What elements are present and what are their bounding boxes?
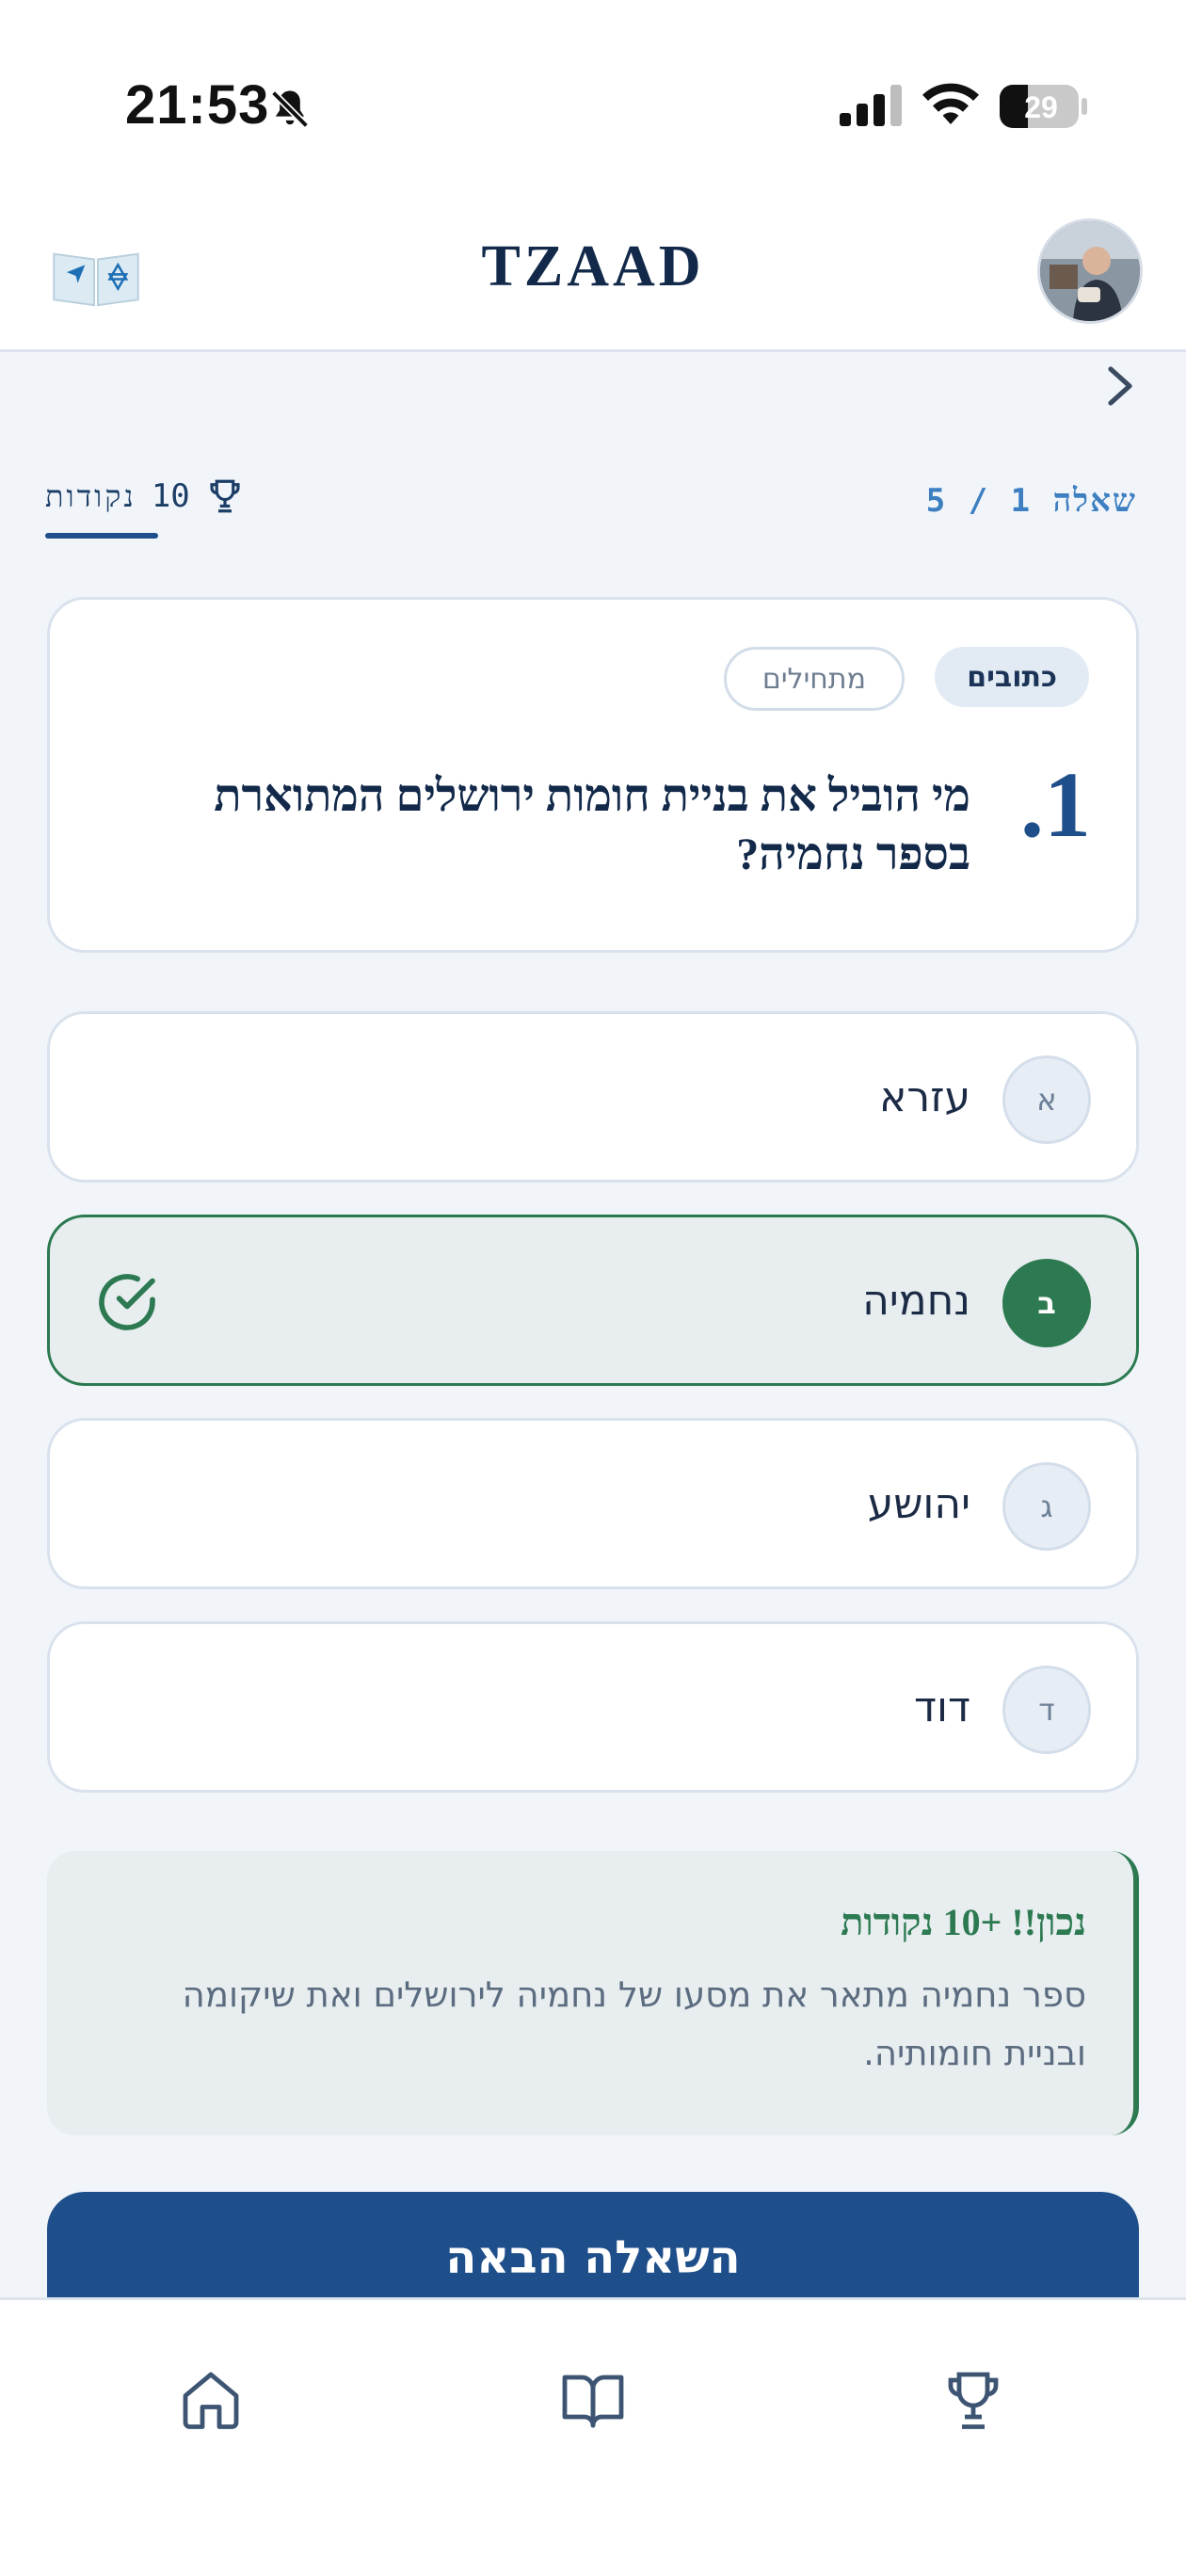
option-text: נחמיה [862, 1276, 970, 1325]
check-circle-icon [99, 1274, 155, 1330]
answer-option[interactable]: א עזרא [47, 1011, 1139, 1183]
book-icon[interactable] [559, 2366, 627, 2434]
option-text: עזרא [878, 1072, 970, 1121]
chevron-right-icon[interactable] [1101, 363, 1139, 409]
feedback-title: נכון!! +10 נקודות [841, 1901, 1086, 1943]
option-letter: ב [1002, 1259, 1091, 1347]
status-bar: 21:53 29 [0, 0, 1186, 198]
level-tag: מתחילים [723, 647, 905, 711]
question-text: מי הוביל את בניית חומות ירושלים המתוארת … [214, 771, 970, 879]
question-number: 1. [1020, 752, 1091, 857]
category-tag: כתובים [935, 647, 1089, 707]
trophy-icon[interactable] [939, 2366, 1007, 2434]
points-display: נקודות 10 [45, 476, 245, 516]
option-letter: ד [1002, 1666, 1091, 1754]
option-text: דוד [913, 1682, 970, 1731]
answer-option[interactable]: ג יהושע [47, 1418, 1139, 1589]
battery-level: 29 [1024, 90, 1058, 124]
signal-icon [840, 85, 902, 126]
points-label: נקודות [45, 478, 136, 514]
feedback-box: נכון!! +10 נקודות ספר נחמיה מתאר את מסעו… [47, 1851, 1139, 2135]
option-text: יהושע [867, 1479, 970, 1528]
user-avatar[interactable] [1037, 218, 1143, 324]
answer-option-correct[interactable]: ב נחמיה [47, 1215, 1139, 1386]
option-letter: ג [1002, 1462, 1091, 1551]
answer-option[interactable]: ד דוד [47, 1621, 1139, 1793]
feedback-text: ספר נחמיה מתאר את מסעו של נחמיה לירושלים… [182, 1974, 1086, 2073]
status-time: 21:53 [125, 74, 270, 136]
option-letter: א [1002, 1055, 1091, 1144]
wifi-icon [922, 83, 979, 124]
avatar-photo [1040, 221, 1140, 321]
trophy-icon [210, 479, 240, 513]
battery-icon: 29 [1000, 85, 1087, 128]
points-underline [45, 533, 158, 539]
app-title: TZAAD [481, 234, 705, 298]
bottom-nav [0, 2297, 1186, 2576]
points-value: 10 [151, 477, 190, 515]
home-icon[interactable] [177, 2366, 245, 2434]
question-counter: שאלה 1 / 5 [925, 482, 1137, 520]
bell-muted-icon [271, 90, 309, 128]
question-card: כתובים מתחילים 1. מי הוביל את בניית חומו… [47, 597, 1139, 953]
app-header: TZAAD [0, 198, 1186, 352]
